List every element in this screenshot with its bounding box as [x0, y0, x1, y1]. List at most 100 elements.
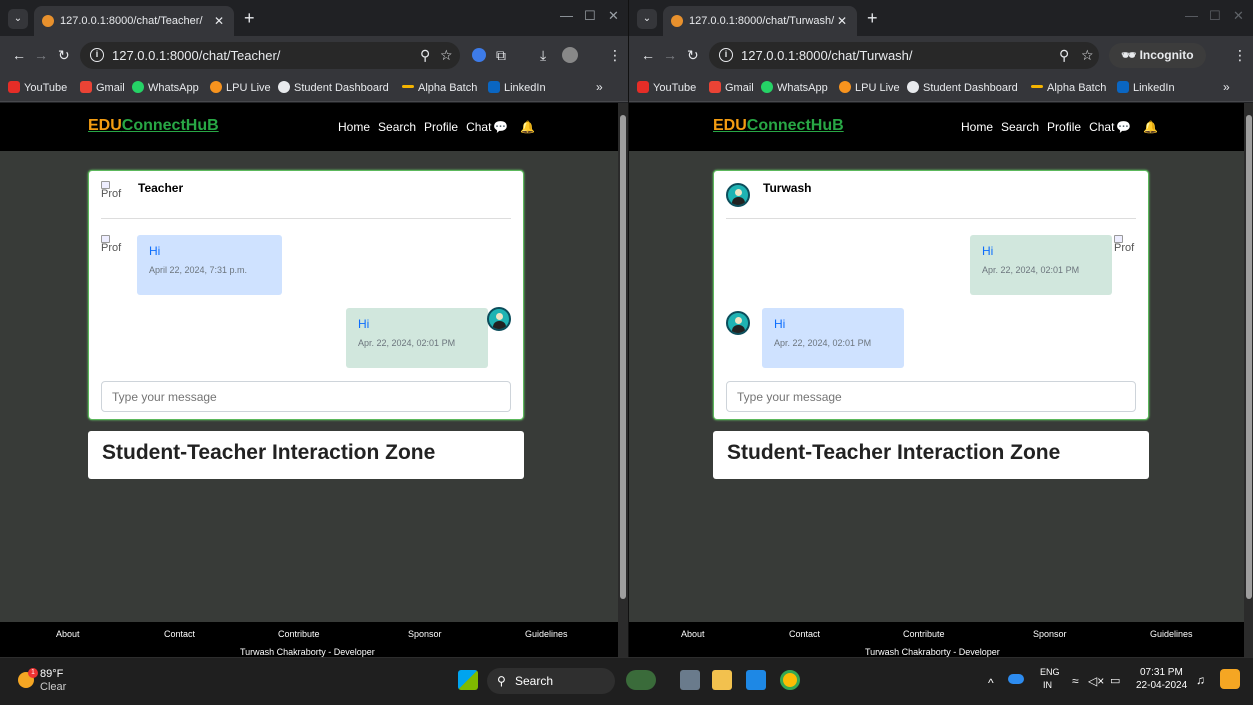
bell-icon[interactable]: 🔔 [1143, 120, 1158, 134]
menu-kebab-icon[interactable]: ⋮ [1233, 46, 1247, 64]
bookmark-star-icon[interactable]: ☆ [1081, 46, 1094, 64]
profile-avatar-icon[interactable] [562, 47, 578, 63]
footer-contact[interactable]: Contact [164, 629, 195, 639]
maximize-icon[interactable]: ☐ [1209, 8, 1221, 24]
nav-search[interactable]: Search [378, 120, 416, 134]
bookmark-whatsapp[interactable]: WhatsApp [761, 80, 828, 96]
close-window-icon[interactable]: ✕ [1233, 8, 1244, 24]
copilot-icon[interactable] [1220, 669, 1240, 689]
bookmark-student-dashboard[interactable]: Student Dashboard [907, 80, 1018, 96]
taskbar-search[interactable]: ⚲ Search [487, 668, 615, 694]
nav-profile[interactable]: Profile [424, 120, 458, 134]
tab-search-button[interactable]: ⌄ [8, 9, 28, 29]
new-tab-button[interactable]: + [244, 8, 255, 28]
bookmark-lpu-live[interactable]: LPU Live [210, 80, 271, 96]
new-tab-button[interactable]: + [867, 8, 878, 28]
maximize-icon[interactable]: ☐ [584, 8, 596, 24]
vertical-scrollbar[interactable] [1244, 103, 1253, 657]
bookmark-linkedin[interactable]: LinkedIn [1117, 80, 1175, 96]
menu-kebab-icon[interactable]: ⋮ [608, 46, 622, 64]
footer-sponsor[interactable]: Sponsor [1033, 629, 1067, 639]
footer-contribute[interactable]: Contribute [278, 629, 320, 639]
bookmark-lpu-live[interactable]: LPU Live [839, 80, 900, 96]
chat-bubble-icon[interactable]: 💬 [493, 120, 508, 134]
widgets-icon[interactable] [626, 670, 656, 690]
tab-search-button[interactable]: ⌄ [637, 9, 657, 29]
region-indicator[interactable]: IN [1043, 680, 1052, 690]
back-icon[interactable]: ← [641, 46, 655, 64]
download-icon[interactable]: ⤓ [540, 46, 546, 64]
bookmark-youtube[interactable]: YouTube [8, 80, 67, 96]
nav-home[interactable]: Home [338, 120, 370, 134]
forward-icon[interactable]: → [34, 46, 48, 64]
site-brand[interactable]: EDUConnectHuB [88, 117, 219, 135]
bookmark-linkedin[interactable]: LinkedIn [488, 80, 546, 96]
battery-icon[interactable]: ▭ [1110, 674, 1120, 687]
bookmark-alpha-batch[interactable]: Alpha Batch [1031, 80, 1106, 96]
footer-sponsor[interactable]: Sponsor [408, 629, 442, 639]
footer-guidelines[interactable]: Guidelines [525, 629, 568, 639]
bookmark-gmail[interactable]: Gmail [709, 80, 754, 96]
language-indicator[interactable]: ENG [1040, 667, 1060, 677]
windows-start-icon[interactable] [458, 670, 478, 690]
close-tab-icon[interactable]: ✕ [837, 6, 847, 36]
footer-contact[interactable]: Contact [789, 629, 820, 639]
footer-contribute[interactable]: Contribute [903, 629, 945, 639]
minimize-icon[interactable]: — [560, 8, 573, 23]
message-input[interactable] [101, 381, 511, 412]
back-icon[interactable]: ← [12, 46, 26, 64]
nav-profile[interactable]: Profile [1047, 120, 1081, 134]
site-info-icon[interactable]: i [90, 48, 104, 62]
close-window-icon[interactable]: ✕ [608, 8, 619, 24]
scrollbar-thumb[interactable] [620, 115, 626, 599]
more-bookmarks-icon[interactable]: » [1223, 80, 1230, 94]
extensions-puzzle-icon[interactable]: ⧉ [496, 46, 506, 64]
zoom-icon[interactable]: ⚲ [420, 46, 430, 64]
address-bar[interactable]: i 127.0.0.1:8000/chat/Turwash/ [709, 42, 1099, 69]
close-tab-icon[interactable]: ✕ [214, 6, 224, 36]
onedrive-icon[interactable] [1008, 674, 1024, 684]
task-view-icon[interactable] [680, 670, 700, 690]
weather-temp[interactable]: 89°F [40, 668, 63, 680]
site-brand[interactable]: EDUConnectHuB [713, 117, 844, 135]
reload-icon[interactable]: ↻ [687, 46, 699, 64]
forward-icon[interactable]: → [663, 46, 677, 64]
chrome-icon[interactable] [780, 670, 800, 690]
bookmark-gmail[interactable]: Gmail [80, 80, 125, 96]
bell-icon[interactable]: 🔔 [520, 120, 535, 134]
bookmark-star-icon[interactable]: ☆ [440, 46, 453, 64]
bookmark-student-dashboard[interactable]: Student Dashboard [278, 80, 389, 96]
chat-bubble-icon[interactable]: 💬 [1116, 120, 1131, 134]
scrollbar-thumb[interactable] [1246, 115, 1252, 599]
footer-guidelines[interactable]: Guidelines [1150, 629, 1193, 639]
message-input[interactable] [726, 381, 1136, 412]
nav-home[interactable]: Home [961, 120, 993, 134]
footer-about[interactable]: About [56, 629, 80, 639]
weather-desc[interactable]: Clear [40, 681, 66, 693]
speaker-muted-icon[interactable]: ◁× [1088, 674, 1104, 688]
nav-search[interactable]: Search [1001, 120, 1039, 134]
bookmark-whatsapp[interactable]: WhatsApp [132, 80, 199, 96]
footer-about[interactable]: About [681, 629, 705, 639]
incognito-badge[interactable]: 🕶 Incognito [1109, 43, 1206, 68]
bookmark-youtube[interactable]: YouTube [637, 80, 696, 96]
zoom-icon[interactable]: ⚲ [1059, 46, 1069, 64]
notification-bell-icon[interactable]: ♫ [1196, 673, 1205, 687]
more-bookmarks-icon[interactable]: » [596, 80, 603, 94]
chevron-up-icon[interactable]: ^ [988, 676, 994, 690]
nav-chat[interactable]: Chat [1089, 120, 1114, 134]
minimize-icon[interactable]: — [1185, 8, 1198, 23]
clock-time[interactable]: 07:31 PM [1140, 667, 1183, 678]
file-explorer-icon[interactable] [712, 670, 732, 690]
site-info-icon[interactable]: i [719, 48, 733, 62]
browser-tab[interactable]: 127.0.0.1:8000/chat/Teacher/ ✕ [34, 6, 234, 36]
clock-date[interactable]: 22-04-2024 [1136, 680, 1187, 691]
vertical-scrollbar[interactable] [618, 103, 628, 657]
extension-icon[interactable] [472, 48, 486, 62]
browser-tab[interactable]: 127.0.0.1:8000/chat/Turwash/ ✕ [663, 6, 857, 36]
wifi-icon[interactable]: ≈ [1072, 674, 1079, 688]
address-bar[interactable]: i 127.0.0.1:8000/chat/Teacher/ [80, 42, 460, 69]
reload-icon[interactable]: ↻ [58, 46, 70, 64]
vscode-icon[interactable] [746, 670, 766, 690]
nav-chat[interactable]: Chat [466, 120, 491, 134]
